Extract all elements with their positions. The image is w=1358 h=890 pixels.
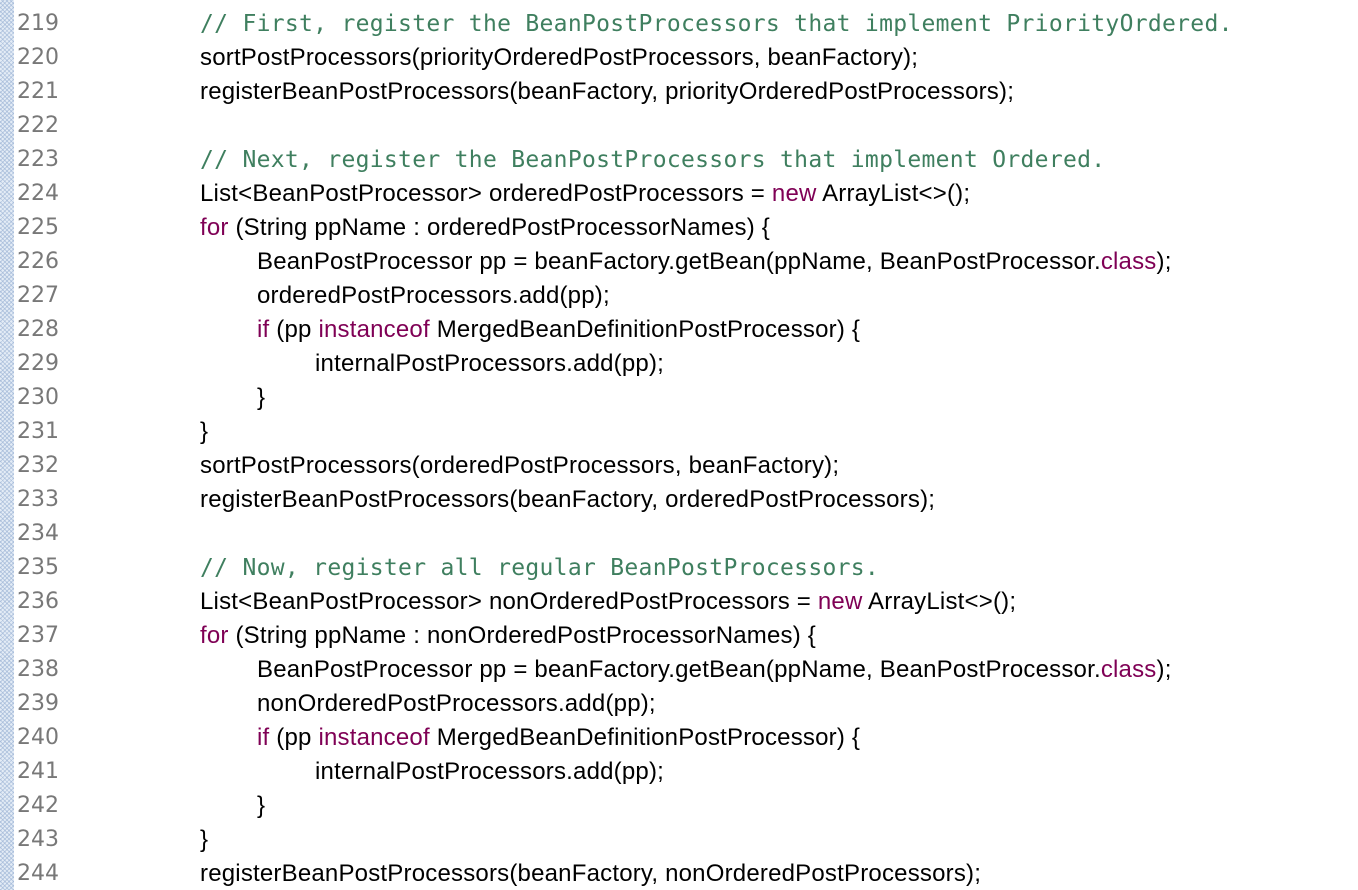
line-number: 240 <box>17 725 59 750</box>
line-number: 244 <box>17 861 59 886</box>
code-line[interactable]: 233 registerBeanPostProcessors(beanFactor… <box>0 483 1358 517</box>
code-text: } <box>257 792 266 819</box>
line-number: 230 <box>17 385 59 410</box>
line-number: 243 <box>17 827 59 852</box>
code-text: for (String ppName : nonOrderedPostProce… <box>200 622 816 649</box>
line-number: 227 <box>17 283 59 308</box>
code-text: for (String ppName : orderedPostProcesso… <box>200 214 771 241</box>
code-line[interactable]: 236 List<BeanPostProcessor> nonOrderedPos… <box>0 585 1358 619</box>
line-number: 233 <box>17 487 59 512</box>
code-line[interactable]: 224 List<BeanPostProcessor> orderedPostPr… <box>0 177 1358 211</box>
code-line[interactable]: 244 registerBeanPostProcessors(beanFactor… <box>0 857 1358 890</box>
code-line[interactable]: 243} <box>0 823 1358 857</box>
code-line[interactable]: 235 // Now, register all regular BeanPost… <box>0 551 1358 585</box>
code-line[interactable]: 242} <box>0 789 1358 823</box>
code-line[interactable]: 221 registerBeanPostProcessors(beanFactor… <box>0 75 1358 109</box>
code-line[interactable]: 240 if (pp instanceof MergedBeanDefinitio… <box>0 721 1358 755</box>
keyword: new <box>817 588 863 615</box>
code-line[interactable]: 232 sortPostProcessors(orderedPostProcess… <box>0 449 1358 483</box>
code-text: } <box>257 384 266 411</box>
code-text: } <box>200 826 209 853</box>
code-line[interactable]: 239 nonOrderedPostProcessors.add(pp); <box>0 687 1358 721</box>
keyword: new <box>771 180 817 207</box>
code-text: registerBeanPostProcessors(beanFactory, … <box>200 486 936 513</box>
code-text: List<BeanPostProcessor> nonOrderedPostPr… <box>200 588 1017 615</box>
line-number: 234 <box>17 521 59 546</box>
line-number: 242 <box>17 793 59 818</box>
code-text: orderedPostProcessors.add(pp); <box>257 282 610 309</box>
code-line[interactable]: 228 if (pp instanceof MergedBeanDefinitio… <box>0 313 1358 347</box>
keyword: instanceof <box>318 316 430 343</box>
code-text: List<BeanPostProcessor> orderedPostProce… <box>200 180 971 207</box>
line-number: 228 <box>17 317 59 342</box>
code-line[interactable]: 234 <box>0 517 1358 551</box>
code-line[interactable]: 229 internalPostProcessors.add(pp); <box>0 347 1358 381</box>
code-text: internalPostProcessors.add(pp); <box>315 758 665 785</box>
line-number: 235 <box>17 555 59 580</box>
code-text: if (pp instanceof MergedBeanDefinitionPo… <box>257 724 861 751</box>
line-number: 241 <box>17 759 59 784</box>
line-number: 229 <box>17 351 59 376</box>
code-text: } <box>200 418 209 445</box>
code-text: sortPostProcessors(priorityOrderedPostPr… <box>200 44 919 71</box>
line-number: 223 <box>17 147 59 172</box>
code-line[interactable]: 241 internalPostProcessors.add(pp); <box>0 755 1358 789</box>
code-line[interactable]: 237 for (String ppName : nonOrderedPostPr… <box>0 619 1358 653</box>
code-text: registerBeanPostProcessors(beanFactory, … <box>200 78 1015 105</box>
code-line[interactable]: 238 BeanPostProcessor pp = beanFactory.ge… <box>0 653 1358 687</box>
code-line[interactable]: 220 sortPostProcessors(priorityOrderedPos… <box>0 41 1358 75</box>
line-number: 219 <box>17 11 59 36</box>
code-comment: // First, register the BeanPostProcessor… <box>200 11 1233 37</box>
code-editor[interactable]: 218 219 // First, register the BeanPostPr… <box>0 0 1358 890</box>
code-line[interactable]: 222 <box>0 109 1358 143</box>
code-line[interactable]: 231} <box>0 415 1358 449</box>
line-number: 231 <box>17 419 59 444</box>
line-number: 222 <box>17 113 59 138</box>
code-line[interactable]: 219 // First, register the BeanPostProces… <box>0 7 1358 41</box>
line-number: 237 <box>17 623 59 648</box>
keyword: instanceof <box>318 724 430 751</box>
code-line[interactable]: 227 orderedPostProcessors.add(pp); <box>0 279 1358 313</box>
line-number: 220 <box>17 45 59 70</box>
line-number: 232 <box>17 453 59 478</box>
line-number: 226 <box>17 249 59 274</box>
line-number: 224 <box>17 181 59 206</box>
code-line[interactable]: 225 for (String ppName : orderedPostProce… <box>0 211 1358 245</box>
code-text: nonOrderedPostProcessors.add(pp); <box>257 690 656 717</box>
keyword: for <box>200 214 229 241</box>
code-text: registerBeanPostProcessors(beanFactory, … <box>200 860 982 887</box>
line-number: 238 <box>17 657 59 682</box>
code-text: BeanPostProcessor pp = beanFactory.getBe… <box>257 656 1172 683</box>
keyword: if <box>257 316 270 343</box>
code-text: BeanPostProcessor pp = beanFactory.getBe… <box>257 248 1172 275</box>
keyword: for <box>200 622 229 649</box>
line-number-partial: 218 <box>17 0 59 7</box>
code-text: internalPostProcessors.add(pp); <box>315 350 665 377</box>
line-number: 239 <box>17 691 59 716</box>
code-line[interactable]: 223 // Next, register the BeanPostProcess… <box>0 143 1358 177</box>
code-text: sortPostProcessors(orderedPostProcessors… <box>200 452 840 479</box>
code-line[interactable]: 226 BeanPostProcessor pp = beanFactory.ge… <box>0 245 1358 279</box>
code-comment: // Now, register all regular BeanPostPro… <box>200 555 880 581</box>
line-number: 221 <box>17 79 59 104</box>
keyword: if <box>257 724 270 751</box>
line-number: 225 <box>17 215 59 240</box>
keyword: class <box>1100 248 1157 275</box>
line-number: 236 <box>17 589 59 614</box>
code-text: if (pp instanceof MergedBeanDefinitionPo… <box>257 316 861 343</box>
code-comment: // Next, register the BeanPostProcessors… <box>200 147 1106 173</box>
keyword: class <box>1100 656 1157 683</box>
code-line[interactable]: 230} <box>0 381 1358 415</box>
